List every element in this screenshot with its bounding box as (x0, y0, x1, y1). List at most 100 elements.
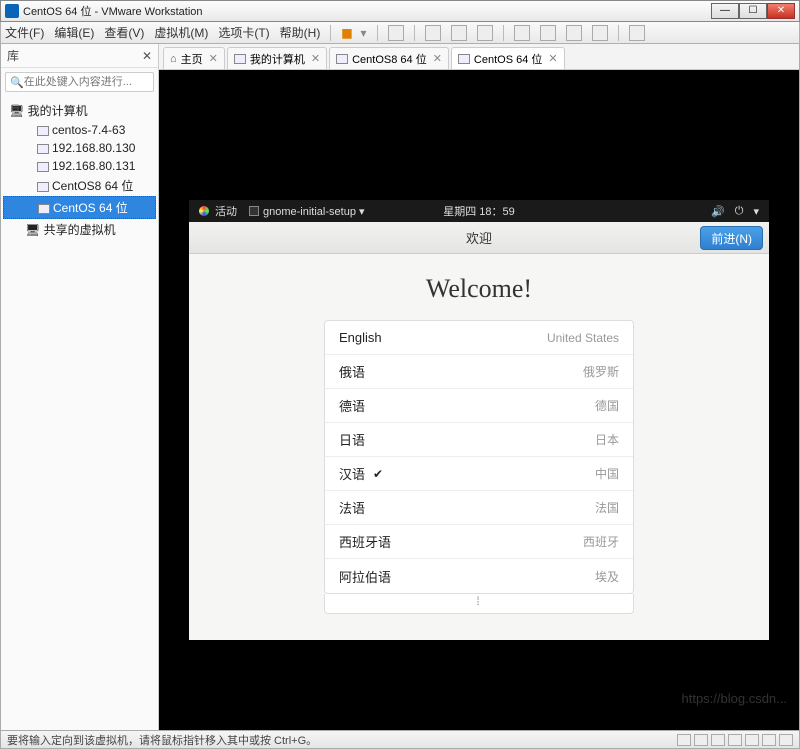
tab-close-icon[interactable]: ✕ (548, 52, 557, 65)
device-icon[interactable] (779, 734, 793, 746)
app-menu[interactable]: gnome-initial-setup ▾ (263, 205, 365, 218)
search-icon: 🔍 (10, 76, 24, 89)
tree-vm-item[interactable]: CentOS 64 位 (3, 196, 156, 219)
search-input[interactable] (24, 76, 166, 88)
app-menu-icon (249, 206, 259, 216)
tab-close-icon[interactable]: ✕ (311, 52, 320, 65)
language-list: EnglishUnited States俄语俄罗斯德语德国日语日本汉语✔中国法语… (324, 320, 634, 594)
vm-icon (37, 182, 49, 192)
tree-root-mycomputer[interactable]: ⊟ 🖥 我的计算机 (3, 100, 156, 121)
toolbar-button[interactable] (566, 25, 582, 41)
setup-body: Welcome! EnglishUnited States俄语俄罗斯德语德国日语… (189, 254, 769, 640)
toolbar-button[interactable] (540, 25, 556, 41)
language-region: 法国 (595, 499, 619, 516)
tree-root-shared[interactable]: 🖥 共享的虚拟机 (3, 219, 156, 240)
tab-close-icon[interactable]: ✕ (433, 52, 442, 65)
device-icon[interactable] (762, 734, 776, 746)
menu-view[interactable]: 查看(V) (104, 24, 144, 41)
language-row[interactable]: 法语 法国 (325, 491, 633, 525)
window-close-button[interactable]: ✕ (767, 3, 795, 19)
tree-vm-item[interactable]: 192.168.80.131 (3, 157, 156, 175)
vm-icon (336, 54, 348, 64)
language-region: 中国 (595, 465, 619, 482)
toolbar-button[interactable] (451, 25, 467, 41)
language-row[interactable]: 俄语俄罗斯 (325, 355, 633, 389)
language-name: 汉语 (339, 464, 365, 483)
language-row[interactable]: EnglishUnited States (325, 321, 633, 355)
tab-label: CentOS8 64 位 (352, 51, 427, 67)
language-row[interactable]: 阿拉伯语埃及 (325, 559, 633, 593)
initial-setup-header: 欢迎 前进(N) (189, 222, 769, 254)
tab-bar: ⌂主页✕我的计算机✕CentOS8 64 位✕CentOS 64 位✕ (159, 44, 799, 70)
tab-我的计算机[interactable]: 我的计算机 ✕ (227, 47, 327, 69)
menu-separator (330, 25, 331, 41)
tray-chevron-icon[interactable]: ▾ (753, 205, 759, 218)
next-button[interactable]: 前进(N) (700, 226, 763, 250)
toolbar-button[interactable] (425, 25, 441, 41)
device-icon[interactable] (745, 734, 759, 746)
toolbar-button[interactable] (477, 25, 493, 41)
library-close-button[interactable]: ✕ (142, 49, 152, 63)
gnome-top-bar: 活动 gnome-initial-setup ▾ 星期四 18：59 🔊 ⏻ ▾ (189, 200, 769, 222)
language-region: 西班牙 (583, 533, 619, 550)
activities-icon[interactable] (199, 206, 209, 216)
tree-shared-label: 共享的虚拟机 (44, 223, 116, 237)
menu-edit[interactable]: 编辑(E) (54, 24, 94, 41)
tree-vm-item[interactable]: 192.168.80.130 (3, 139, 156, 157)
language-row[interactable]: 德语德国 (325, 389, 633, 423)
tab-主页[interactable]: ⌂主页✕ (163, 47, 225, 69)
device-icon[interactable] (728, 734, 742, 746)
language-region: 俄罗斯 (583, 363, 619, 380)
menu-separator (377, 25, 378, 41)
menu-vm[interactable]: 虚拟机(M) (154, 24, 208, 41)
menu-tabs[interactable]: 选项卡(T) (218, 24, 269, 41)
home-icon: ⌂ (170, 53, 177, 65)
window-title: CentOS 64 位 - VMware Workstation (23, 3, 711, 19)
clock[interactable]: 星期四 18：59 (443, 203, 515, 219)
device-icon[interactable] (677, 734, 691, 746)
menu-separator (503, 25, 504, 41)
tab-close-icon[interactable]: ✕ (209, 52, 218, 65)
toolbar-button[interactable] (388, 25, 404, 41)
menu-separator (414, 25, 415, 41)
activities-label[interactable]: 活动 (215, 203, 237, 219)
language-row[interactable]: 日语日本 (325, 423, 633, 457)
device-icon[interactable] (694, 734, 708, 746)
language-row[interactable]: 西班牙语西班牙 (325, 525, 633, 559)
language-row[interactable]: 汉语✔中国 (325, 457, 633, 491)
power-icon[interactable]: ⏻ (735, 205, 744, 218)
vm-icon (37, 126, 49, 136)
tab-CentOS8 64 位[interactable]: CentOS8 64 位 ✕ (329, 47, 449, 69)
status-device-icons (677, 734, 793, 746)
window-minimize-button[interactable]: — (711, 3, 739, 19)
more-languages-button[interactable]: ⁞ (324, 594, 634, 614)
tree-vm-item[interactable]: CentOS8 64 位 (3, 175, 156, 196)
language-region: 埃及 (595, 568, 619, 585)
toolbar-button[interactable] (629, 25, 645, 41)
tree-root-label: 我的计算机 (28, 104, 88, 118)
language-name: 法语 (339, 498, 365, 517)
vm-icon (38, 204, 50, 214)
vm-console[interactable]: 活动 gnome-initial-setup ▾ 星期四 18：59 🔊 ⏻ ▾ (159, 70, 799, 730)
menu-file[interactable]: 文件(F) (5, 24, 44, 41)
toolbar-button[interactable] (514, 25, 530, 41)
window-titlebar: CentOS 64 位 - VMware Workstation — ☐ ✕ (0, 0, 800, 22)
pause-icon[interactable]: ▮▮ (341, 26, 350, 40)
vm-icon (234, 54, 246, 64)
window-maximize-button[interactable]: ☐ (739, 3, 767, 19)
language-name: English (339, 330, 382, 345)
device-icon[interactable] (711, 734, 725, 746)
library-search[interactable]: 🔍 ▾ (5, 72, 154, 92)
more-icon: ⁞ (476, 594, 481, 608)
status-bar: 要将输入定向到该虚拟机，请将鼠标指针移入其中或按 Ctrl+G。 (0, 731, 800, 749)
toolbar-button[interactable] (592, 25, 608, 41)
menu-help[interactable]: 帮助(H) (280, 24, 321, 41)
toolbar-dropdown-icon[interactable]: ▾ (361, 26, 367, 40)
expand-icon[interactable]: ⊟ (11, 103, 19, 114)
volume-icon[interactable]: 🔊 (711, 205, 725, 218)
content-area: ⌂主页✕我的计算机✕CentOS8 64 位✕CentOS 64 位✕ 活动 g… (159, 44, 799, 730)
tab-CentOS 64 位[interactable]: CentOS 64 位✕ (451, 47, 565, 69)
tree-vm-item[interactable]: centos-7.4-63 (3, 121, 156, 139)
vm-icon (37, 162, 49, 172)
tab-label: 我的计算机 (250, 51, 305, 67)
